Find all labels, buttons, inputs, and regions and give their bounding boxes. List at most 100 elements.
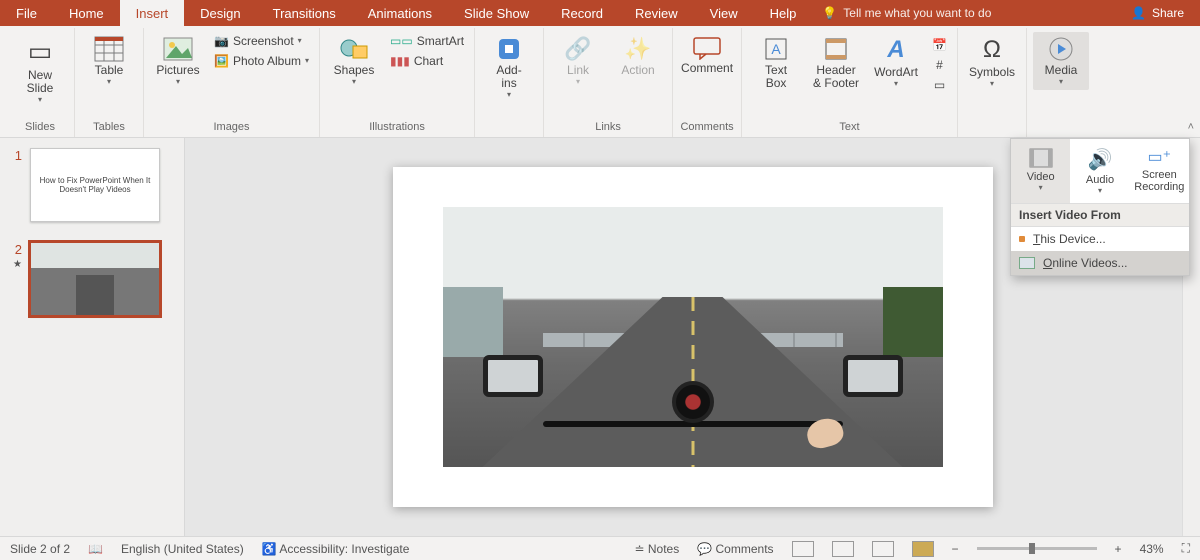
this-device-option[interactable]: This Device... [1011, 227, 1189, 251]
slide-canvas[interactable] [393, 167, 993, 507]
smartart-label: SmartArt [417, 34, 464, 48]
svg-text:A: A [771, 41, 781, 57]
ribbon-insert: ▭ New Slide ▾ Slides Table ▾ Tables Pict… [0, 26, 1200, 138]
comments-label: Comments [716, 542, 774, 556]
shapes-button[interactable]: Shapes ▾ [326, 32, 382, 90]
wordart-icon: A [887, 36, 904, 64]
new-slide-icon: ▭ [28, 36, 53, 67]
comment-button[interactable]: Comment [679, 32, 735, 79]
tab-slideshow[interactable]: Slide Show [448, 0, 545, 26]
group-media: Media ▾ [1026, 28, 1095, 137]
photo-album-button[interactable]: 🖼️ Photo Album ▾ [210, 52, 313, 70]
chevron-down-icon: ▾ [352, 77, 356, 86]
screenshot-icon: 📷 [214, 34, 229, 48]
reading-view-button[interactable] [872, 541, 894, 557]
shapes-icon [339, 36, 369, 62]
addins-icon [496, 36, 522, 62]
chevron-down-icon: ▾ [507, 90, 511, 99]
thumb-slide-2[interactable] [30, 242, 160, 316]
tab-transitions[interactable]: Transitions [257, 0, 352, 26]
slideshow-view-button[interactable] [912, 541, 934, 557]
zoom-out-button[interactable]: − [952, 542, 959, 556]
online-videos-option[interactable]: Online Videos... [1011, 251, 1189, 275]
chevron-down-icon: ▾ [990, 79, 994, 88]
zoom-slider[interactable] [977, 547, 1097, 550]
screen-recording-button[interactable]: ▭⁺ Screen Recording [1130, 139, 1189, 203]
video-icon [1028, 147, 1054, 169]
fit-to-window-icon[interactable]: ⛶ [1182, 541, 1190, 556]
tell-me-search[interactable]: 💡 Tell me what you want to do [812, 0, 1115, 26]
chart-button[interactable]: ▮▮▮ Chart [386, 52, 468, 70]
chevron-down-icon: ▾ [894, 79, 898, 88]
tab-animations[interactable]: Animations [352, 0, 448, 26]
tab-review[interactable]: Review [619, 0, 694, 26]
tab-help[interactable]: Help [754, 0, 813, 26]
new-slide-button[interactable]: ▭ New Slide ▾ [12, 32, 68, 108]
header-footer-button[interactable]: Header & Footer [808, 32, 864, 94]
chevron-down-icon: ▾ [176, 77, 180, 86]
thumb-number: 2 [8, 242, 22, 257]
animation-star-icon: ★ [8, 259, 22, 270]
slide-indicator[interactable]: Slide 2 of 2 [10, 542, 70, 556]
link-label: Link [567, 64, 589, 77]
screenshot-button[interactable]: 📷 Screenshot ▾ [210, 32, 313, 50]
chart-label: Chart [414, 54, 443, 68]
addins-button[interactable]: Add- ins ▾ [481, 32, 537, 103]
chevron-down-icon: ▾ [576, 77, 580, 86]
video-menu-button[interactable]: Video ▾ [1011, 139, 1070, 203]
symbols-icon: Ω [983, 36, 1001, 64]
tab-home[interactable]: Home [53, 0, 120, 26]
symbols-button[interactable]: Ω Symbols ▾ [964, 32, 1020, 92]
thumb-slide-1-text: How to Fix PowerPoint When It Doesn't Pl… [37, 176, 153, 194]
thumbnail-2[interactable]: 2 ★ [8, 242, 176, 316]
audio-icon: 🔊 [1088, 147, 1113, 172]
audio-menu-label: Audio [1086, 174, 1114, 186]
addins-label: Add- ins [496, 64, 521, 90]
menubar: File Home Insert Design Transitions Anim… [0, 0, 1200, 26]
pictures-button[interactable]: Pictures ▾ [150, 32, 206, 90]
table-button[interactable]: Table ▾ [81, 32, 137, 90]
tab-design[interactable]: Design [184, 0, 256, 26]
media-dropdown-panel: Video ▾ 🔊 Audio ▾ ▭⁺ Screen Recording In… [1010, 138, 1190, 276]
share-button[interactable]: 👤 Share [1115, 0, 1200, 26]
screen-recording-label: Screen Recording [1134, 169, 1184, 193]
notes-button[interactable]: ≐ Notes [634, 542, 679, 556]
slide-video-placeholder[interactable] [443, 207, 943, 467]
wordart-button[interactable]: A WordArt ▾ [868, 32, 924, 92]
wordart-label: WordArt [874, 66, 918, 79]
zoom-in-button[interactable]: + [1115, 542, 1122, 556]
thumbnail-1[interactable]: 1 How to Fix PowerPoint When It Doesn't … [8, 148, 176, 222]
chart-icon: ▮▮▮ [390, 54, 410, 68]
media-button[interactable]: Media ▾ [1033, 32, 1089, 90]
smartart-button[interactable]: ▭▭ SmartArt [386, 32, 468, 50]
tab-file[interactable]: File [0, 0, 53, 26]
group-tables: Table ▾ Tables [74, 28, 143, 137]
link-button: 🔗 Link ▾ [550, 32, 606, 90]
group-slides-label: Slides [25, 118, 55, 137]
thumb-slide-1[interactable]: How to Fix PowerPoint When It Doesn't Pl… [30, 148, 160, 222]
accessibility-button[interactable]: ♿ Accessibility: Investigate [262, 542, 410, 556]
slide-number-icon[interactable]: # [928, 56, 951, 74]
tab-record[interactable]: Record [545, 0, 619, 26]
action-icon: ✨ [624, 36, 651, 62]
language-indicator[interactable]: English (United States) [121, 542, 244, 556]
spellcheck-icon[interactable]: 📖 [88, 542, 103, 556]
date-time-icon[interactable]: 📅 [928, 36, 951, 54]
audio-menu-button[interactable]: 🔊 Audio ▾ [1070, 139, 1129, 203]
group-links: 🔗 Link ▾ ✨ Action Links [543, 28, 672, 137]
chevron-down-icon: ▾ [38, 95, 42, 104]
collapse-ribbon-icon[interactable]: ˄ [1188, 121, 1194, 133]
chevron-down-icon: ▾ [107, 77, 111, 86]
zoom-level[interactable]: 43% [1140, 542, 1164, 556]
online-video-icon [1019, 257, 1035, 269]
tab-view[interactable]: View [694, 0, 754, 26]
sorter-view-button[interactable] [832, 541, 854, 557]
normal-view-button[interactable] [792, 541, 814, 557]
group-illustrations: Shapes ▾ ▭▭ SmartArt ▮▮▮ Chart Illustrat… [319, 28, 474, 137]
textbox-button[interactable]: A Text Box [748, 32, 804, 94]
comments-button[interactable]: 💬 Comments [697, 542, 773, 556]
link-icon: 🔗 [564, 36, 591, 62]
object-icon[interactable]: ▭ [928, 76, 951, 94]
comment-label: Comment [681, 62, 733, 75]
tab-insert[interactable]: Insert [120, 0, 185, 26]
